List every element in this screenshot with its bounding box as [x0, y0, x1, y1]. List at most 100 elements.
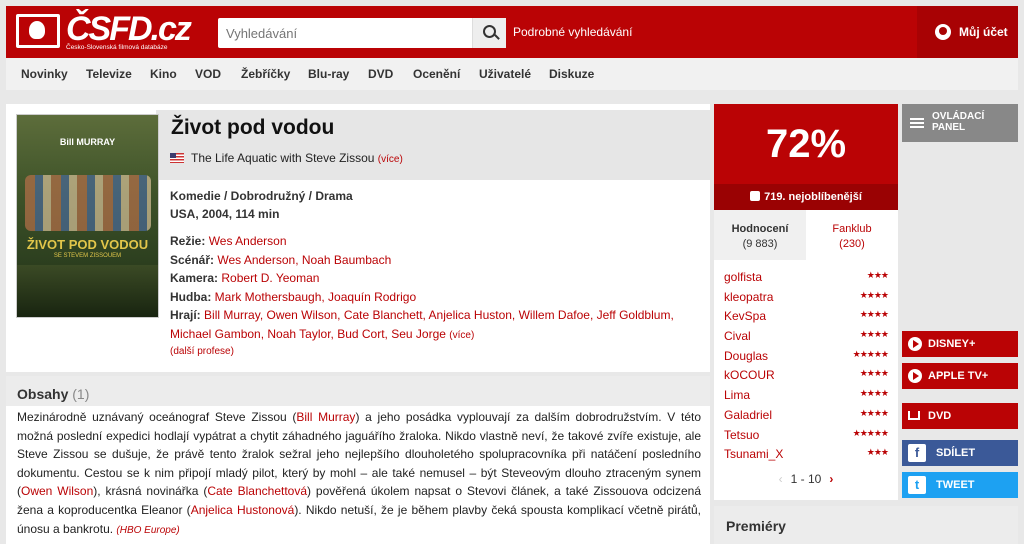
user-link[interactable]: KevSpa — [724, 309, 766, 323]
stars-icon: ★★★★ — [859, 388, 889, 399]
control-panel-button[interactable]: OVLÁDACÍ PANEL — [902, 104, 1018, 142]
music-row: Hudba: Mark Mothersbaugh, Joaquín Rodrig… — [170, 288, 690, 307]
search-icon[interactable] — [472, 18, 506, 48]
camera-link[interactable]: Robert D. Yeoman — [221, 271, 319, 285]
nav-item-dvd[interactable]: DVD — [368, 67, 393, 81]
thumbs-up-icon — [750, 191, 761, 201]
poster-crew-image — [25, 175, 151, 231]
dvd-label: DVD — [928, 410, 952, 422]
rating-percent: 72% — [714, 104, 898, 184]
stars-icon: ★★★★★ — [852, 427, 889, 438]
stars-icon: ★★★★★ — [852, 348, 889, 359]
nav-item-televize[interactable]: Televize — [86, 67, 132, 81]
plot-count: (1) — [72, 386, 90, 402]
premieres-title: Premiéry — [726, 518, 786, 534]
poster-actor: Bill MURRAY — [59, 137, 116, 147]
next-page-icon[interactable]: › — [829, 472, 833, 486]
list-item: Galadriel ★★★★ — [724, 406, 889, 426]
director-link[interactable]: Wes Anderson — [209, 234, 287, 248]
original-title: The Life Aquatic with Steve Zissou (více… — [170, 151, 403, 165]
user-link[interactable]: Cival — [724, 329, 751, 343]
tab-fanclub-count: (230) — [839, 238, 865, 250]
nav-item-diskuze[interactable]: Diskuze — [549, 67, 594, 81]
appletv-button[interactable]: APPLE TV+ — [902, 363, 1018, 389]
nav-item-bluray[interactable]: Blu-ray — [308, 67, 349, 81]
user-ratings-list: golfista ★★★ kleopatra ★★★★ KevSpa ★★★★ Civ… — [724, 268, 889, 465]
stars-icon: ★★★★ — [859, 329, 889, 340]
original-title-text: The Life Aquatic with Steve Zissou — [191, 151, 375, 165]
user-link[interactable]: Douglas — [724, 349, 768, 363]
list-item: Douglas ★★★★★ — [724, 347, 889, 367]
account-button[interactable]: Můj účet — [917, 6, 1018, 58]
tab-fanclub-label: Fanklub — [832, 223, 872, 235]
tweet-button[interactable]: t TWEET — [902, 472, 1018, 498]
tab-ratings-count: (9 883) — [742, 238, 778, 250]
advanced-search-link[interactable]: Podrobné vyhledávání — [513, 25, 632, 39]
nav-item-zebricky[interactable]: Žebříčky — [241, 67, 290, 81]
stars-icon: ★★★ — [866, 447, 889, 458]
user-link[interactable]: Lima — [724, 388, 750, 402]
plot-link-blanchett[interactable]: Cate Blanchettová — [207, 484, 307, 498]
user-link[interactable]: kOCOUR — [724, 368, 775, 382]
list-item: Cival ★★★★ — [724, 327, 889, 347]
user-link[interactable]: Galadriel — [724, 408, 772, 422]
nav-item-novinky[interactable]: Novinky — [21, 67, 68, 81]
nav-item-oceneni[interactable]: Ocenění — [413, 67, 460, 81]
tab-fanclub[interactable]: Fanklub (230) — [806, 210, 898, 260]
csfd-logo[interactable]: ČSFD.cz Česko-Slovenská filmová databáze — [16, 10, 192, 52]
more-professions-link[interactable]: (další profese) — [170, 346, 234, 357]
facebook-share-button[interactable]: f SDÍLET — [902, 440, 1018, 466]
more-cast-link[interactable]: (více) — [449, 330, 474, 341]
nav-item-kino[interactable]: Kino — [150, 67, 177, 81]
stars-icon: ★★★ — [866, 270, 889, 280]
poster-sea-image — [17, 265, 158, 317]
plot-header: Obsahy (1) — [6, 376, 710, 406]
nav-item-uzivatele[interactable]: Uživatelé — [479, 67, 531, 81]
stars-icon: ★★★★ — [859, 309, 889, 320]
us-flag-icon — [170, 153, 184, 163]
prev-page-icon[interactable]: ‹ — [779, 472, 783, 486]
poster-subtitle: SE STEVEM ZISSOUEM — [53, 253, 122, 259]
stars-icon: ★★★★ — [859, 368, 889, 379]
dvd-button[interactable]: DVD — [902, 403, 1018, 429]
writers-link[interactable]: Wes Anderson, Noah Baumbach — [217, 253, 391, 267]
user-link[interactable]: golfista — [724, 270, 762, 284]
writers-label: Scénář: — [170, 252, 215, 267]
plot-link-wilson[interactable]: Owen Wilson — [21, 484, 93, 498]
cast-row: Hrají: Bill Murray, Owen Wilson, Cate Bl… — [170, 306, 690, 345]
camera-label: Kamera: — [170, 271, 219, 285]
user-link[interactable]: Tetsuo — [724, 428, 759, 442]
list-item: kleopatra ★★★★ — [724, 288, 889, 308]
plot-section: Obsahy (1) Mezinárodně uznávaný oceánogr… — [6, 376, 710, 544]
share-label: SDÍLET — [936, 447, 976, 459]
tab-ratings[interactable]: Hodnocení (9 883) — [714, 210, 806, 260]
main-nav: Novinky Televize Kino VOD Žebříčky Blu-r… — [6, 58, 1018, 90]
music-label: Hudba: — [170, 289, 212, 304]
search-input[interactable] — [218, 18, 468, 48]
plot-source[interactable]: (HBO Europe) — [116, 525, 179, 536]
list-item: Lima ★★★★ — [724, 386, 889, 406]
list-item: kOCOUR ★★★★ — [724, 366, 889, 386]
disney-label: DISNEY+ — [928, 338, 976, 350]
user-link[interactable]: Tsunami_X — [724, 447, 783, 461]
film-poster[interactable]: Bill MURRAY ŽIVOT POD VODOU SE STEVEM ZI… — [16, 114, 159, 318]
music-link[interactable]: Mark Mothersbaugh, Joaquín Rodrigo — [215, 290, 416, 304]
plot-link-murray[interactable]: Bill Murray — [296, 410, 355, 424]
tab-ratings-label: Hodnocení — [731, 223, 789, 235]
creators: Režie: Wes Anderson Scénář: Wes Anderson… — [170, 232, 690, 345]
plot-title: Obsahy (1) — [17, 386, 89, 402]
more-titles-link[interactable]: (více) — [378, 154, 403, 165]
cast-link[interactable]: Bill Murray, Owen Wilson, Cate Blanchett… — [170, 308, 674, 341]
page-title: Život pod vodou — [171, 116, 335, 139]
plot-part-1: Mezinárodně uznávaný oceánograf Steve Zi… — [17, 410, 297, 424]
plot-title-text: Obsahy — [17, 386, 69, 402]
stars-icon: ★★★★ — [859, 407, 889, 418]
director-label: Režie: — [170, 234, 206, 248]
user-link[interactable]: kleopatra — [724, 290, 773, 304]
popularity-rank[interactable]: 719. nejoblíbenější — [714, 184, 898, 210]
ratings-pager: ‹ 1 - 10 › — [714, 472, 898, 486]
plot-link-huston[interactable]: Anjelica Hustonová — [191, 503, 295, 517]
plot-text: Mezinárodně uznávaný oceánograf Steve Zi… — [17, 408, 701, 540]
disney-button[interactable]: DISNEY+ — [902, 331, 1018, 357]
nav-item-vod[interactable]: VOD — [195, 67, 221, 81]
